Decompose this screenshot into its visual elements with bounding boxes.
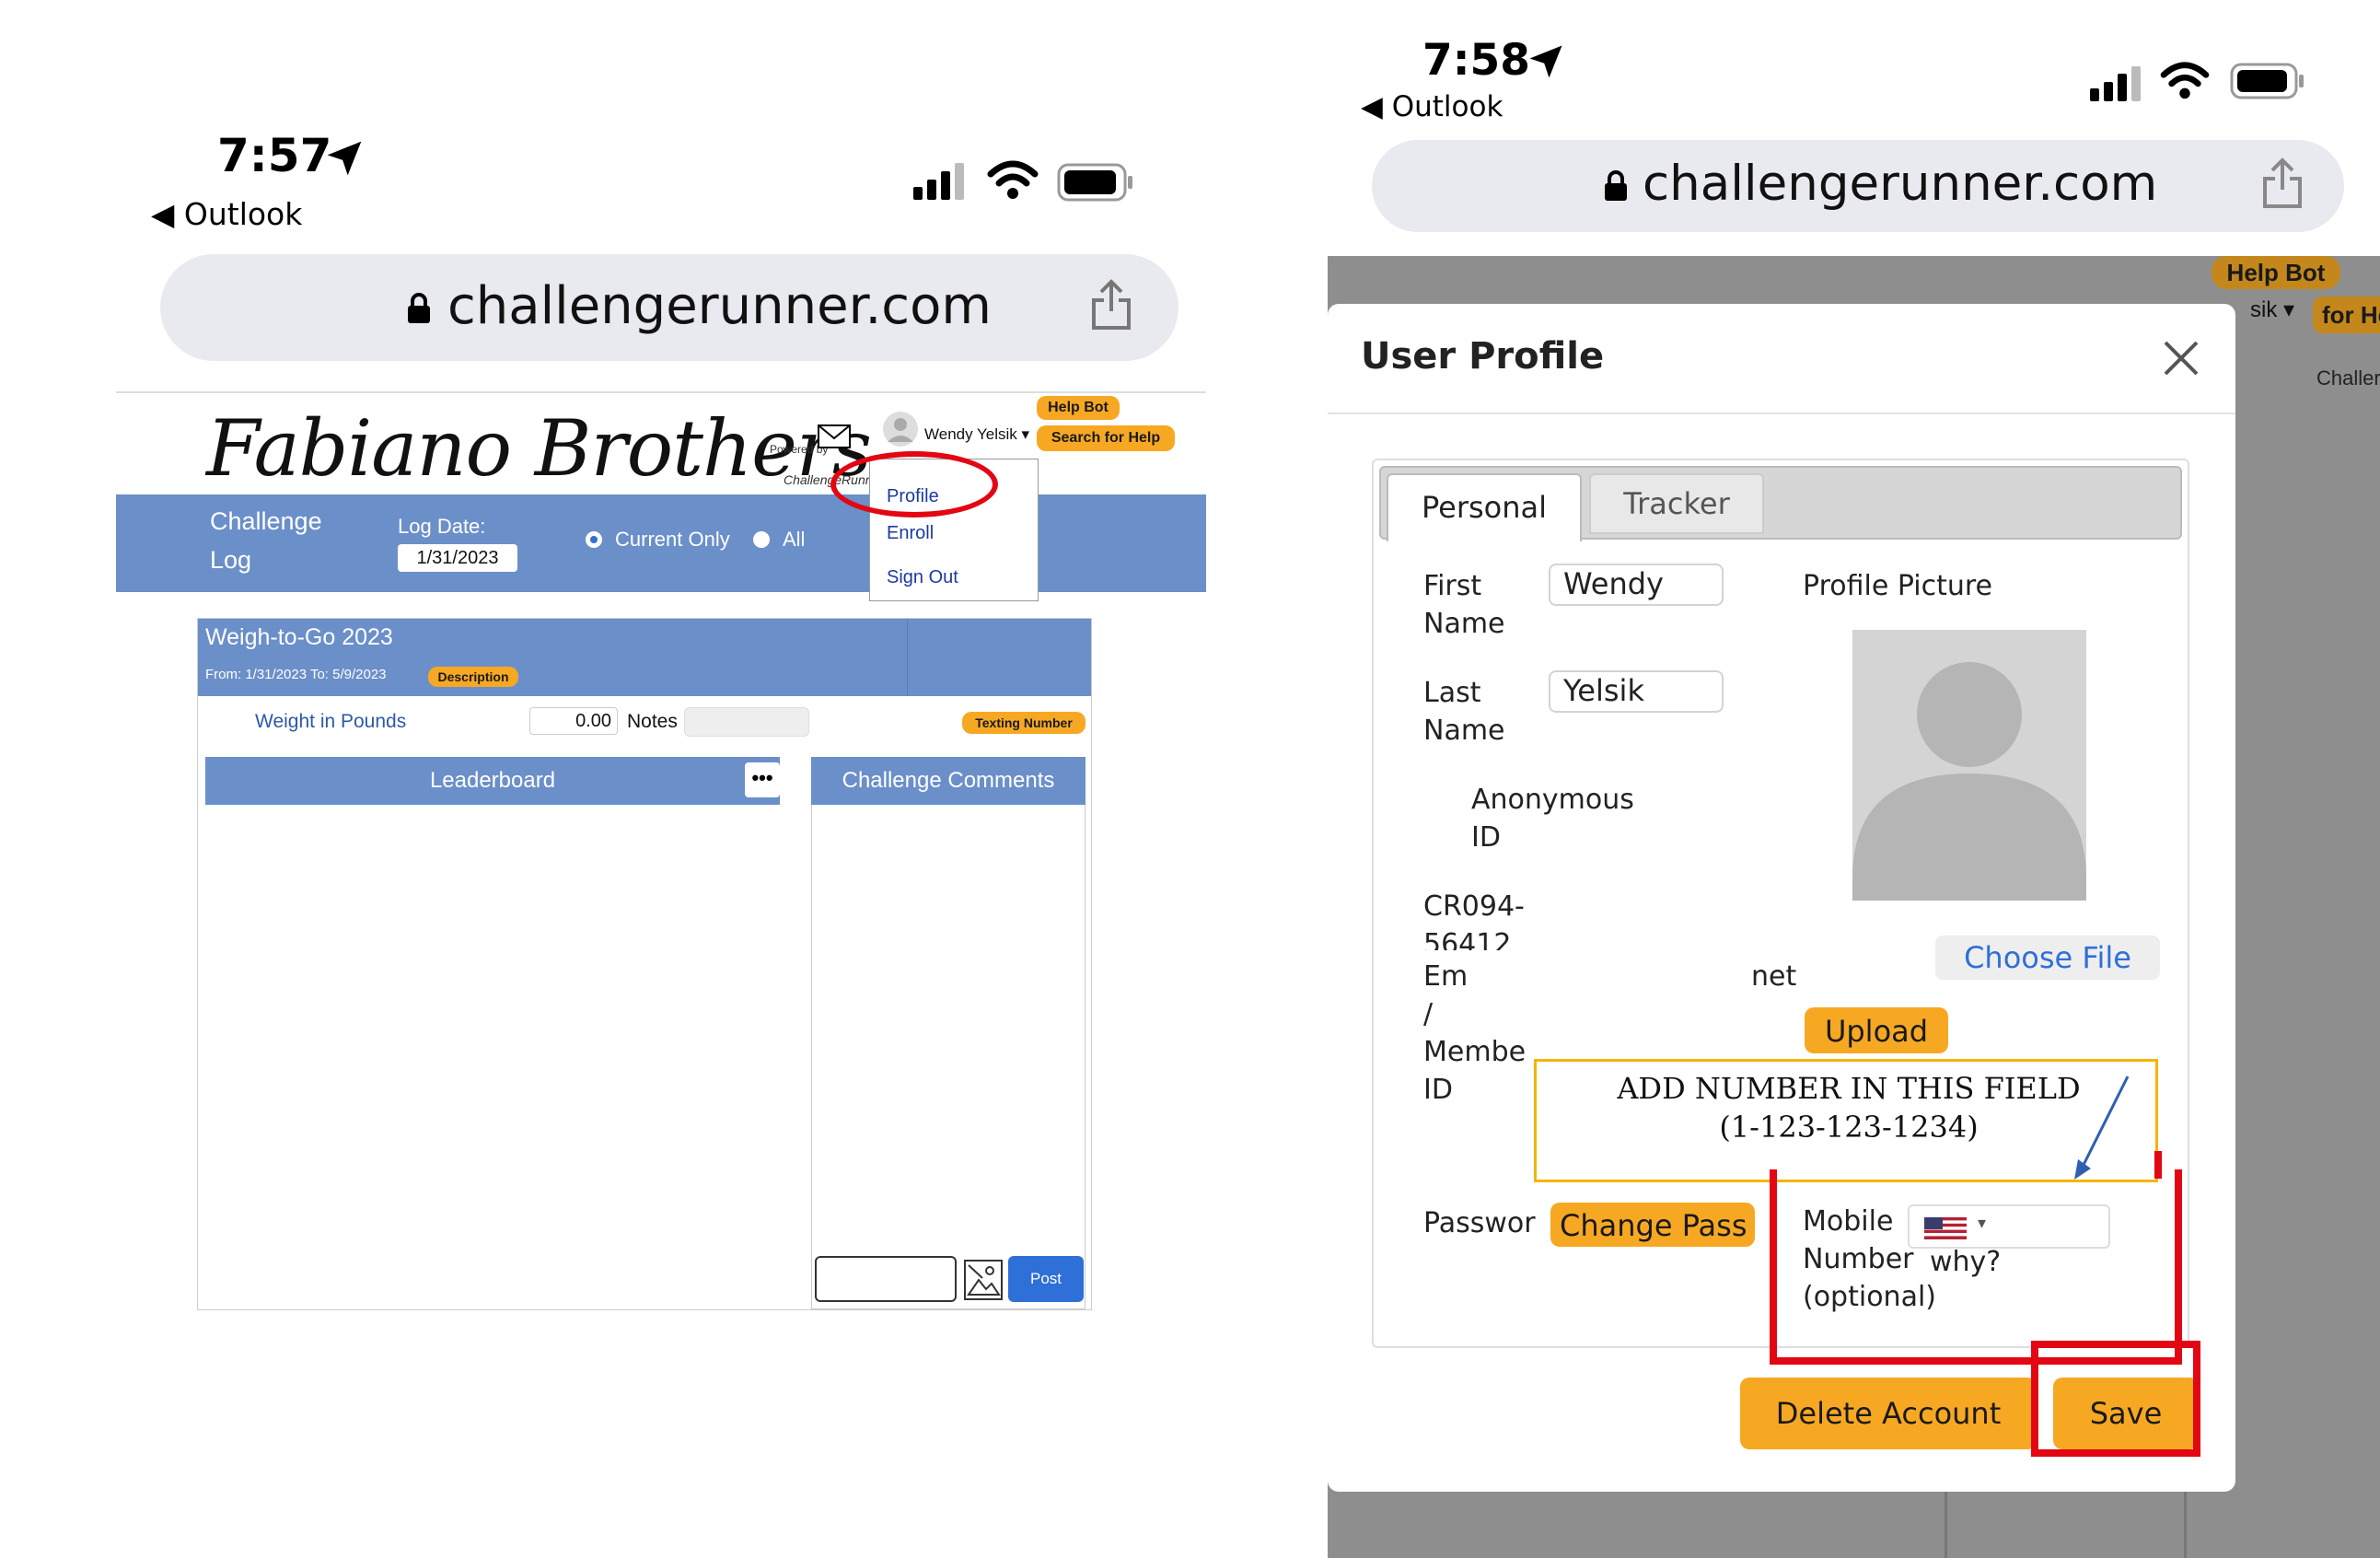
url-bar[interactable]: challengerunner.com (160, 254, 1178, 361)
lock-icon (1605, 170, 1627, 201)
post-button[interactable]: Post (1008, 1256, 1084, 1302)
challenge-name: Weigh-to-Go 2023 (205, 624, 393, 650)
comments-title: Challenge Comments (842, 768, 1055, 793)
tab-tracker[interactable]: Tracker (1589, 473, 1764, 534)
url-text: challengerunner.com (1643, 156, 2158, 212)
profile-picture-label: Profile Picture (1803, 570, 1992, 602)
avatar-icon[interactable] (882, 411, 919, 448)
notes-label: Notes (627, 711, 678, 732)
last-name-label: Last Name (1423, 677, 1505, 747)
user-menu[interactable]: Wendy Yelsik ▾ (924, 425, 1029, 444)
search-for-help-button[interactable]: Search for Help (1037, 425, 1175, 451)
bg-help-bot: Help Bot (2212, 256, 2340, 289)
bg-challenger: Challer (2316, 366, 2380, 390)
battery-icon (2230, 63, 2304, 99)
radio-all-label: All (783, 528, 806, 551)
wifi-icon (2160, 62, 2210, 99)
notes-input[interactable] (684, 707, 809, 737)
more-options-icon[interactable]: ••• (745, 762, 780, 797)
left-screenshot: 7:57 ◀ Outlook challengerunner.com Fabia… (0, 0, 1307, 1558)
signal-icon (2090, 66, 2141, 101)
radio-current-only[interactable] (586, 531, 602, 548)
challenge-header: Weigh-to-Go 2023 From: 1/31/2023 To: 5/9… (198, 619, 1091, 696)
divider (116, 391, 1206, 393)
profile-placeholder-image (1852, 630, 2086, 901)
modal-title: User Profile (1361, 335, 1605, 378)
email-value-tail: net (1751, 960, 1797, 993)
mail-icon[interactable] (817, 424, 852, 449)
right-screenshot: 7:58 ◀ Outlook challengerunner.com Help … (1307, 0, 2380, 1558)
caret-down-icon: ▾ (1016, 425, 1030, 443)
challenge-dates: From: 1/31/2023 To: 5/9/2023 (205, 667, 387, 682)
close-icon[interactable] (2162, 339, 2200, 378)
first-name-label: First Name (1423, 570, 1505, 640)
weight-label: Weight in Pounds (255, 711, 407, 732)
red-circle-annotation (830, 451, 998, 517)
url-bar[interactable]: challengerunner.com (1372, 140, 2344, 232)
comments-header: Challenge Comments (811, 757, 1086, 805)
leaderboard-title: Leaderboard (429, 768, 556, 793)
tab-personal[interactable]: Personal (1387, 473, 1582, 541)
comment-input[interactable] (815, 1256, 957, 1302)
comments-area (811, 805, 1086, 1309)
red-box-edge (2154, 1151, 2162, 1179)
leaderboard-header: Leaderboard ••• (205, 757, 780, 805)
save-red-box-annotation (2031, 1341, 2200, 1457)
battery-icon (1057, 163, 1132, 202)
location-arrow-icon (1529, 45, 1562, 78)
back-triangle-icon: ◀ (151, 196, 184, 232)
weight-input[interactable]: 0.00 (529, 707, 618, 735)
choose-file-button[interactable]: Choose File (1935, 936, 2160, 980)
annotation-callout: ADD NUMBER IN THIS FIELD (1-123-123-1234… (1534, 1059, 2158, 1182)
profile-tab-panel: Personal Tracker First Name Wendy Last Nam… (1372, 459, 2189, 1365)
log-date-label: Log Date: (398, 515, 486, 538)
share-icon[interactable] (2261, 157, 2304, 210)
radio-current-label: Current Only (615, 528, 730, 551)
texting-number-button[interactable]: Texting Number (962, 712, 1086, 734)
radio-all[interactable] (753, 531, 770, 548)
url-text: challengerunner.com (447, 276, 992, 336)
first-name-input[interactable]: Wendy (1549, 564, 1724, 606)
delete-account-button[interactable]: Delete Account (1740, 1378, 2037, 1449)
email-member-id-label: Em / Membe ID (1423, 960, 1527, 1106)
dropdown-sign-out[interactable]: Sign Out (887, 555, 1021, 599)
annotation-arrow-icon (2074, 1075, 2130, 1180)
back-triangle-icon: ◀ (1361, 90, 1392, 123)
anonymous-id-label: Anonymous ID (1471, 784, 1634, 854)
help-bot-button[interactable]: Help Bot (1037, 396, 1120, 420)
challenge-panel: Weigh-to-Go 2023 From: 1/31/2023 To: 5/9… (197, 618, 1092, 1310)
user-profile-modal: User Profile Personal Tracker First Name … (1328, 304, 2235, 1492)
back-to-outlook[interactable]: ◀ Outlook (1361, 90, 1503, 123)
challenge-log-title-1: Challenge (210, 507, 322, 535)
challenge-log-title-2: Log (210, 546, 252, 574)
header-divider (907, 619, 908, 696)
annotation-line-2: (1-123-123-1234) (1719, 1110, 1979, 1145)
description-button[interactable]: Description (428, 667, 518, 687)
annotation-line-1: ADD NUMBER IN THIS FIELD (1617, 1071, 2081, 1106)
status-time: 7:57 (217, 129, 332, 182)
status-time: 7:58 (1422, 35, 1530, 86)
last-name-input[interactable]: Yelsik (1549, 670, 1724, 713)
bg-line (1945, 1481, 1947, 1558)
upload-button[interactable]: Upload (1805, 1007, 1948, 1053)
image-upload-icon[interactable] (964, 1260, 1003, 1300)
change-password-button[interactable]: Change Pass (1550, 1203, 1755, 1247)
tab-strip: Personal Tracker (1379, 466, 2182, 541)
modal-header-divider (1328, 413, 2235, 414)
bg-search-for-help: for He (2313, 296, 2380, 333)
wifi-icon (987, 160, 1039, 199)
dropdown-enroll[interactable]: Enroll (887, 511, 1021, 555)
bg-user-name: sik ▾ (2250, 297, 2295, 322)
lock-icon (408, 293, 430, 323)
bg-line (2184, 1481, 2187, 1558)
anonymous-id-value: CR094- 56412 (1423, 890, 1525, 950)
signal-icon (913, 163, 964, 200)
back-to-outlook[interactable]: ◀ Outlook (151, 196, 302, 232)
share-icon[interactable] (1090, 278, 1132, 331)
challenge-log-bar: Challenge Log Log Date: 1/31/2023 Curren… (116, 494, 1206, 592)
log-date-input[interactable]: 1/31/2023 (398, 544, 517, 572)
mobile-red-box-annotation (1770, 1169, 2182, 1365)
password-label: Passwor (1423, 1207, 1536, 1239)
location-arrow-icon (327, 141, 362, 176)
